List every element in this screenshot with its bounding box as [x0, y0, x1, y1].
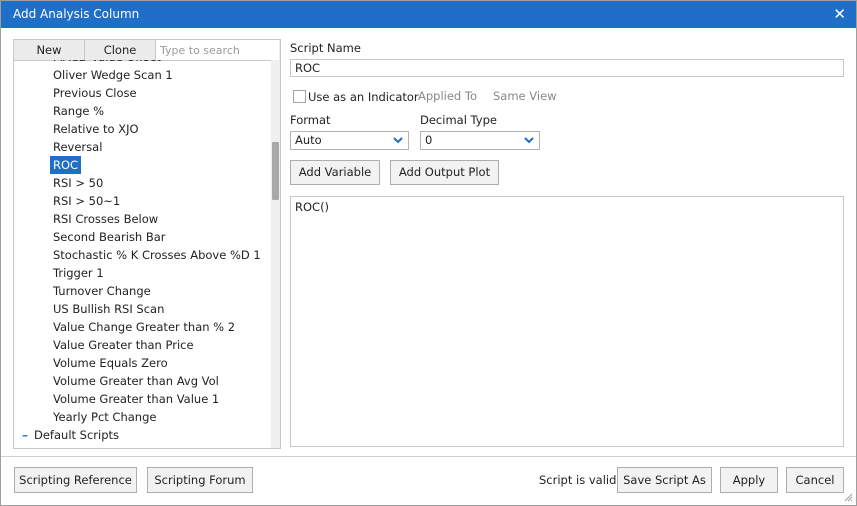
- apply-button[interactable]: Apply: [720, 467, 778, 493]
- list-item[interactable]: Reversal: [14, 138, 270, 156]
- window-title: Add Analysis Column: [13, 7, 140, 21]
- scrollbar-thumb[interactable]: [272, 142, 279, 200]
- add-output-plot-button[interactable]: Add Output Plot: [390, 160, 499, 185]
- list-item[interactable]: Previous Close: [14, 84, 270, 102]
- list-item-label: US Bullish RSI Scan: [53, 302, 165, 316]
- list-item[interactable]: Trigger 1: [14, 264, 270, 282]
- list-item-label: Range %: [53, 104, 105, 118]
- list-item[interactable]: US Bullish RSI Scan: [14, 300, 270, 318]
- list-item-label: Value Change Greater than % 2: [53, 320, 236, 334]
- list-item-label: Turnover Change: [53, 284, 151, 298]
- clone-button[interactable]: Clone: [85, 40, 156, 60]
- script-name-input[interactable]: ROC: [290, 59, 844, 77]
- format-select-value: Auto: [295, 133, 322, 147]
- list-item-label: RSI Crosses Below: [53, 212, 159, 226]
- script-name-label: Script Name: [290, 41, 361, 55]
- script-list-toolbar: New Clone: [14, 40, 280, 61]
- script-editor-text: ROC(): [295, 200, 330, 214]
- list-item-label: ROC: [50, 156, 82, 174]
- script-editor[interactable]: ROC(): [290, 196, 844, 447]
- list-item[interactable]: RSI Crosses Below: [14, 210, 270, 228]
- cancel-button[interactable]: Cancel: [786, 467, 844, 493]
- add-variable-button[interactable]: Add Variable: [290, 160, 380, 185]
- chevron-down-icon: [393, 137, 403, 144]
- applied-to-label: Applied To: [418, 89, 477, 103]
- list-item-label: Previous Close: [53, 86, 137, 100]
- list-item-label: Trigger 1: [53, 266, 104, 280]
- save-script-as-button[interactable]: Save Script As: [617, 467, 712, 493]
- use-as-indicator-label[interactable]: Use as an Indicator: [308, 90, 419, 104]
- format-select[interactable]: Auto: [290, 131, 409, 150]
- list-item[interactable]: Turnover Change: [14, 282, 270, 300]
- list-item-label: Volume Equals Zero: [53, 356, 168, 370]
- list-item[interactable]: Value Greater than Price: [14, 336, 270, 354]
- use-as-indicator-checkbox[interactable]: [293, 90, 306, 103]
- search-input[interactable]: [155, 40, 279, 60]
- scrollbar[interactable]: [271, 60, 280, 448]
- script-list-items: MACD Value OffsetOliver Wedge Scan 1Prev…: [14, 60, 270, 444]
- decimal-type-select[interactable]: 0: [420, 131, 540, 150]
- list-item-label: RSI > 50: [53, 176, 104, 190]
- list-item[interactable]: Stochastic % K Crosses Above %D 1: [14, 246, 270, 264]
- list-item-label: Yearly Pct Change: [53, 410, 157, 424]
- list-item-label: Reversal: [53, 140, 103, 154]
- script-list: MACD Value OffsetOliver Wedge Scan 1Prev…: [14, 60, 270, 448]
- list-item[interactable]: Volume Equals Zero: [14, 354, 270, 372]
- list-item[interactable]: Value Change Greater than % 2: [14, 318, 270, 336]
- scripting-reference-button[interactable]: Scripting Reference: [14, 467, 137, 493]
- applied-to-value: Same View: [493, 89, 557, 103]
- list-item-label: Oliver Wedge Scan 1: [53, 68, 173, 82]
- list-item[interactable]: Second Bearish Bar: [14, 228, 270, 246]
- decimal-type-select-value: 0: [425, 133, 433, 147]
- collapse-icon[interactable]: –: [18, 426, 32, 444]
- list-item-label: Stochastic % K Crosses Above %D 1: [53, 248, 261, 262]
- resize-grip-icon[interactable]: [843, 492, 853, 502]
- list-item-label: Second Bearish Bar: [53, 230, 166, 244]
- group-label: Default Scripts: [34, 428, 120, 442]
- list-item[interactable]: RSI > 50~1: [14, 192, 270, 210]
- scripting-forum-button[interactable]: Scripting Forum: [147, 467, 253, 493]
- title-bar[interactable]: Add Analysis Column ✕: [1, 1, 856, 28]
- list-item[interactable]: Volume Greater than Value 1: [14, 390, 270, 408]
- list-item[interactable]: RSI > 50: [14, 174, 270, 192]
- list-item-label: RSI > 50~1: [53, 194, 121, 208]
- list-item[interactable]: Range %: [14, 102, 270, 120]
- close-icon[interactable]: ✕: [833, 5, 846, 23]
- list-item[interactable]: Yearly Pct Change: [14, 408, 270, 426]
- format-label: Format: [290, 113, 331, 127]
- list-item-label: Value Greater than Price: [53, 338, 194, 352]
- decimal-type-label: Decimal Type: [420, 113, 497, 127]
- chevron-down-icon: [524, 137, 534, 144]
- script-list-panel: New Clone MACD Value OffsetOliver Wedge …: [13, 39, 281, 449]
- new-button[interactable]: New: [14, 40, 85, 60]
- list-item[interactable]: Relative to XJO: [14, 120, 270, 138]
- footer-divider: [1, 456, 856, 457]
- list-item-label: Volume Greater than Avg Vol: [53, 374, 219, 388]
- list-item-label: Relative to XJO: [53, 122, 139, 136]
- list-item[interactable]: Volume Greater than Avg Vol: [14, 372, 270, 390]
- list-item[interactable]: ROC: [14, 156, 270, 174]
- list-item[interactable]: Oliver Wedge Scan 1: [14, 66, 270, 84]
- script-status-text: Script is valid: [539, 473, 617, 487]
- group-default-scripts[interactable]: – Default Scripts: [14, 426, 270, 444]
- dialog-window: Add Analysis Column ✕ New Clone MACD Val…: [0, 0, 857, 506]
- list-item-label: Volume Greater than Value 1: [53, 392, 220, 406]
